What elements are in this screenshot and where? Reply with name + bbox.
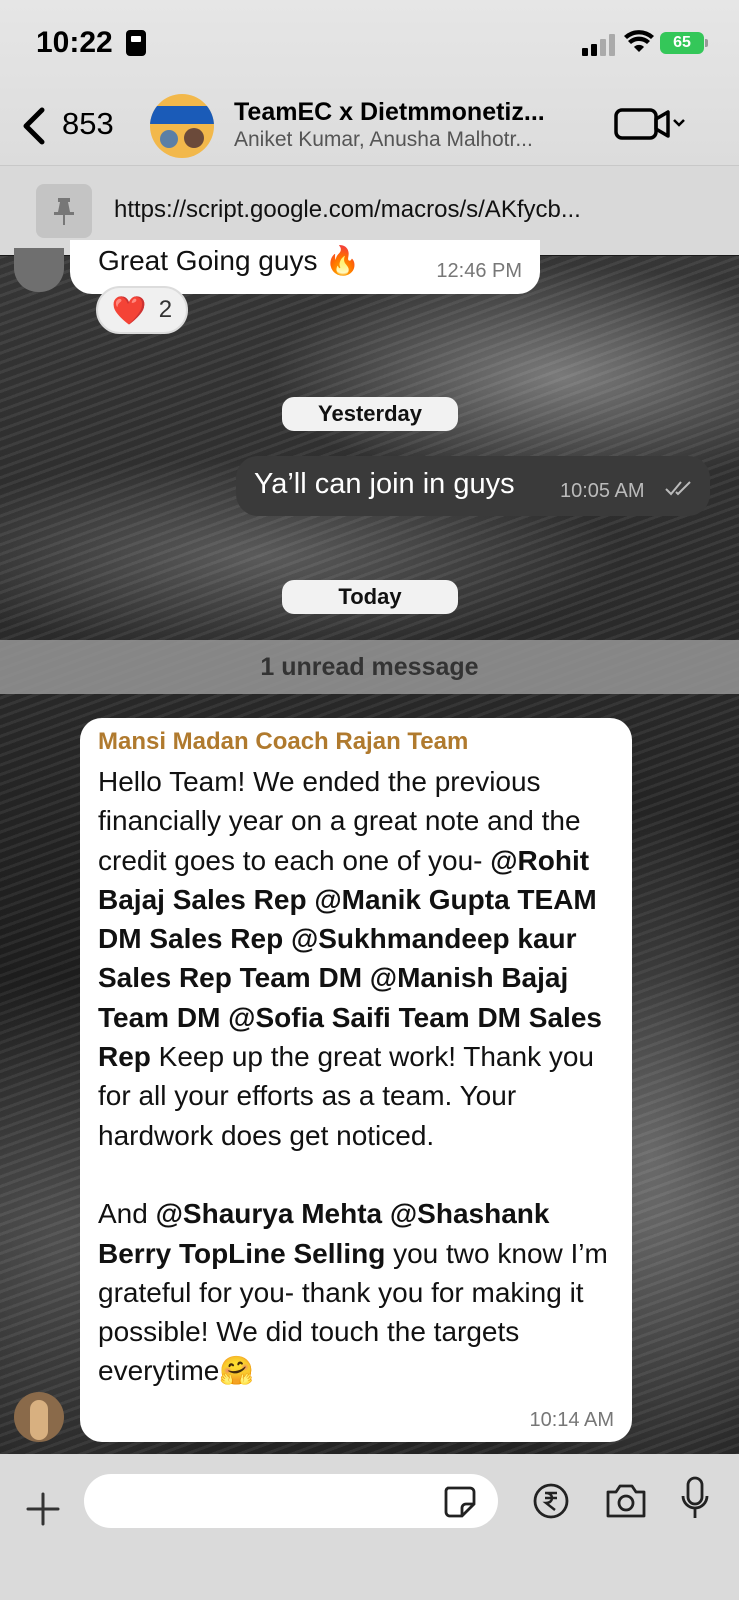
heart-icon: ❤️ [111, 294, 147, 326]
chat-members[interactable]: Aniket Kumar, Anusha Malhotr... [234, 128, 570, 152]
chat-title[interactable]: TeamEC x Dietmmonetiz... [234, 98, 570, 127]
reaction-badge[interactable]: ❤️ 2 [96, 286, 188, 334]
signal-icon [582, 34, 616, 56]
date-separator-yesterday: Yesterday [282, 397, 458, 431]
back-unread-count[interactable]: 853 [62, 106, 114, 142]
battery-icon: 65 [660, 32, 708, 54]
rupee-payment-icon[interactable] [532, 1482, 570, 1520]
read-ticks-icon [665, 481, 691, 496]
microphone-icon[interactable] [680, 1476, 710, 1522]
pinned-link-text[interactable]: https://script.google.com/macros/s/AKfyc… [114, 196, 714, 224]
reaction-count: 2 [158, 296, 173, 323]
video-call-icon[interactable] [612, 106, 686, 142]
group-person-icon [184, 128, 204, 148]
unread-messages-divider: 1 unread message [0, 640, 739, 694]
message-composer [0, 1454, 739, 1600]
message-bubble[interactable]: Mansi Madan Coach Rajan Team Hello Team!… [80, 718, 632, 1442]
back-chevron-icon[interactable] [20, 106, 46, 146]
sticker-icon[interactable] [442, 1484, 476, 1518]
sender-avatar[interactable] [14, 248, 64, 292]
sender-name[interactable]: Mansi Madan Coach Rajan Team [98, 728, 468, 756]
message-text: Ya’ll can join in guys [254, 468, 515, 500]
battery-level: 65 [673, 34, 691, 51]
mention-group[interactable]: @Rohit Bajaj Sales Rep @Manik Gupta TEAM… [98, 845, 602, 1072]
outgoing-message-bubble[interactable]: Ya’ll can join in guys 10:05 AM [236, 456, 710, 516]
message-time: 10:14 AM [529, 1409, 614, 1431]
group-logo-icon [160, 130, 178, 148]
group-avatar[interactable] [150, 94, 214, 158]
message-input[interactable] [84, 1474, 498, 1528]
message-text-part: And [98, 1198, 156, 1230]
chat-header: 10:22 65 853 TeamEC x Dietmmonetiz... An… [0, 0, 739, 165]
sender-avatar[interactable] [14, 1392, 64, 1442]
pin-icon [36, 184, 92, 238]
message-text: Hello Team! We ended the previous financ… [98, 762, 618, 1391]
wifi-icon [624, 30, 654, 52]
plus-icon[interactable] [26, 1492, 60, 1526]
message-time: 12:46 PM [436, 260, 522, 282]
date-separator-today: Today [282, 580, 458, 614]
status-time: 10:22 [36, 26, 113, 59]
message-text-part: Keep up the great work! Thank you for al… [98, 1041, 594, 1151]
lock-icon [126, 30, 146, 56]
camera-icon[interactable] [604, 1482, 648, 1520]
message-time: 10:05 AM [560, 480, 645, 502]
message-text: Great Going guys 🔥 [98, 245, 361, 276]
group-avatar-text [150, 106, 214, 124]
